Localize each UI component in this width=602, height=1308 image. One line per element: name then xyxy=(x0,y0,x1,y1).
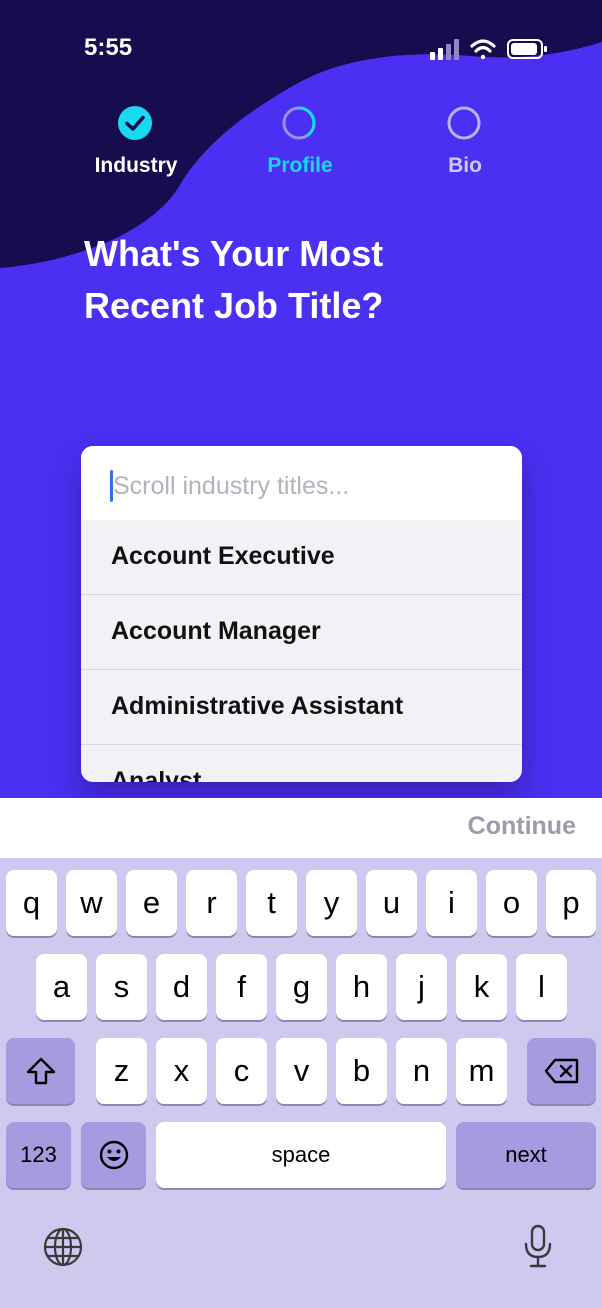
title-line-2: Recent Job Title? xyxy=(84,285,384,326)
key-o[interactable]: o xyxy=(486,870,537,936)
shift-key[interactable] xyxy=(6,1038,75,1104)
key-l[interactable]: l xyxy=(516,954,567,1020)
step-label-industry: Industry xyxy=(94,154,178,177)
step-label-profile: Profile xyxy=(267,154,333,177)
key-g[interactable]: g xyxy=(276,954,327,1020)
list-item[interactable]: Account Manager xyxy=(81,595,522,670)
list-item-label: Analyst xyxy=(111,767,202,782)
key-k[interactable]: k xyxy=(456,954,507,1020)
microphone-icon[interactable] xyxy=(522,1224,554,1270)
key-h[interactable]: h xyxy=(336,954,387,1020)
delete-key[interactable] xyxy=(527,1038,596,1104)
signal-icon xyxy=(430,39,459,60)
screen: 5:55 Industry Profile Bio What's Your Mo… xyxy=(0,0,602,1308)
list-item[interactable]: Account Executive xyxy=(81,520,522,595)
key-v[interactable]: v xyxy=(276,1038,327,1104)
battery-icon xyxy=(507,39,547,59)
key-u[interactable]: u xyxy=(366,870,417,936)
key-q[interactable]: q xyxy=(6,870,57,936)
key-d[interactable]: d xyxy=(156,954,207,1020)
title-line-1: What's Your Most xyxy=(84,233,384,274)
backspace-icon xyxy=(544,1058,578,1084)
key-b[interactable]: b xyxy=(336,1038,387,1104)
continue-button[interactable]: Continue xyxy=(468,812,576,841)
key-x[interactable]: x xyxy=(156,1038,207,1104)
search-box xyxy=(81,446,522,520)
list-item-label: Account Manager xyxy=(111,617,321,645)
key-r[interactable]: r xyxy=(186,870,237,936)
progress-ring-icon xyxy=(282,106,316,140)
emoji-key[interactable] xyxy=(81,1122,146,1188)
space-key[interactable]: space xyxy=(156,1122,446,1188)
check-circle-icon xyxy=(118,106,152,140)
key-c[interactable]: c xyxy=(216,1038,267,1104)
key-e[interactable]: e xyxy=(126,870,177,936)
emoji-icon xyxy=(99,1140,128,1170)
step-label-bio: Bio xyxy=(448,154,482,177)
next-key[interactable]: next xyxy=(456,1122,596,1188)
key-t[interactable]: t xyxy=(246,870,297,936)
key-p[interactable]: p xyxy=(546,870,596,936)
key-n[interactable]: n xyxy=(396,1038,447,1104)
numbers-key[interactable]: 123 xyxy=(6,1122,71,1188)
empty-circle-icon xyxy=(447,106,481,140)
list-item-label: Account Executive xyxy=(111,542,335,570)
list-item-label: Administrative Assistant xyxy=(111,692,404,720)
key-y[interactable]: y xyxy=(306,870,357,936)
key-m[interactable]: m xyxy=(456,1038,507,1104)
globe-icon[interactable] xyxy=(42,1226,84,1268)
job-title-dropdown: Account Executive Account Manager Admini… xyxy=(81,446,522,782)
key-f[interactable]: f xyxy=(216,954,267,1020)
shift-icon xyxy=(26,1057,55,1085)
job-title-search-input[interactable] xyxy=(113,466,503,506)
progress-steps: Industry Profile Bio xyxy=(0,100,602,190)
list-item[interactable]: Administrative Assistant xyxy=(81,670,522,745)
key-i[interactable]: i xyxy=(426,870,477,936)
key-z[interactable]: z xyxy=(96,1038,147,1104)
key-w[interactable]: w xyxy=(66,870,117,936)
continue-bar: Continue xyxy=(0,798,602,858)
page-title: What's Your Most Recent Job Title? xyxy=(84,228,504,332)
key-s[interactable]: s xyxy=(96,954,147,1020)
keyboard: q w e r t y u i o p a s d f g h j k l z … xyxy=(0,858,602,1308)
key-a[interactable]: a xyxy=(36,954,87,1020)
status-time: 5:55 xyxy=(84,34,133,61)
wifi-icon xyxy=(470,39,496,60)
key-j[interactable]: j xyxy=(396,954,447,1020)
list-item[interactable]: Analyst xyxy=(81,745,522,782)
status-icons xyxy=(430,39,547,60)
